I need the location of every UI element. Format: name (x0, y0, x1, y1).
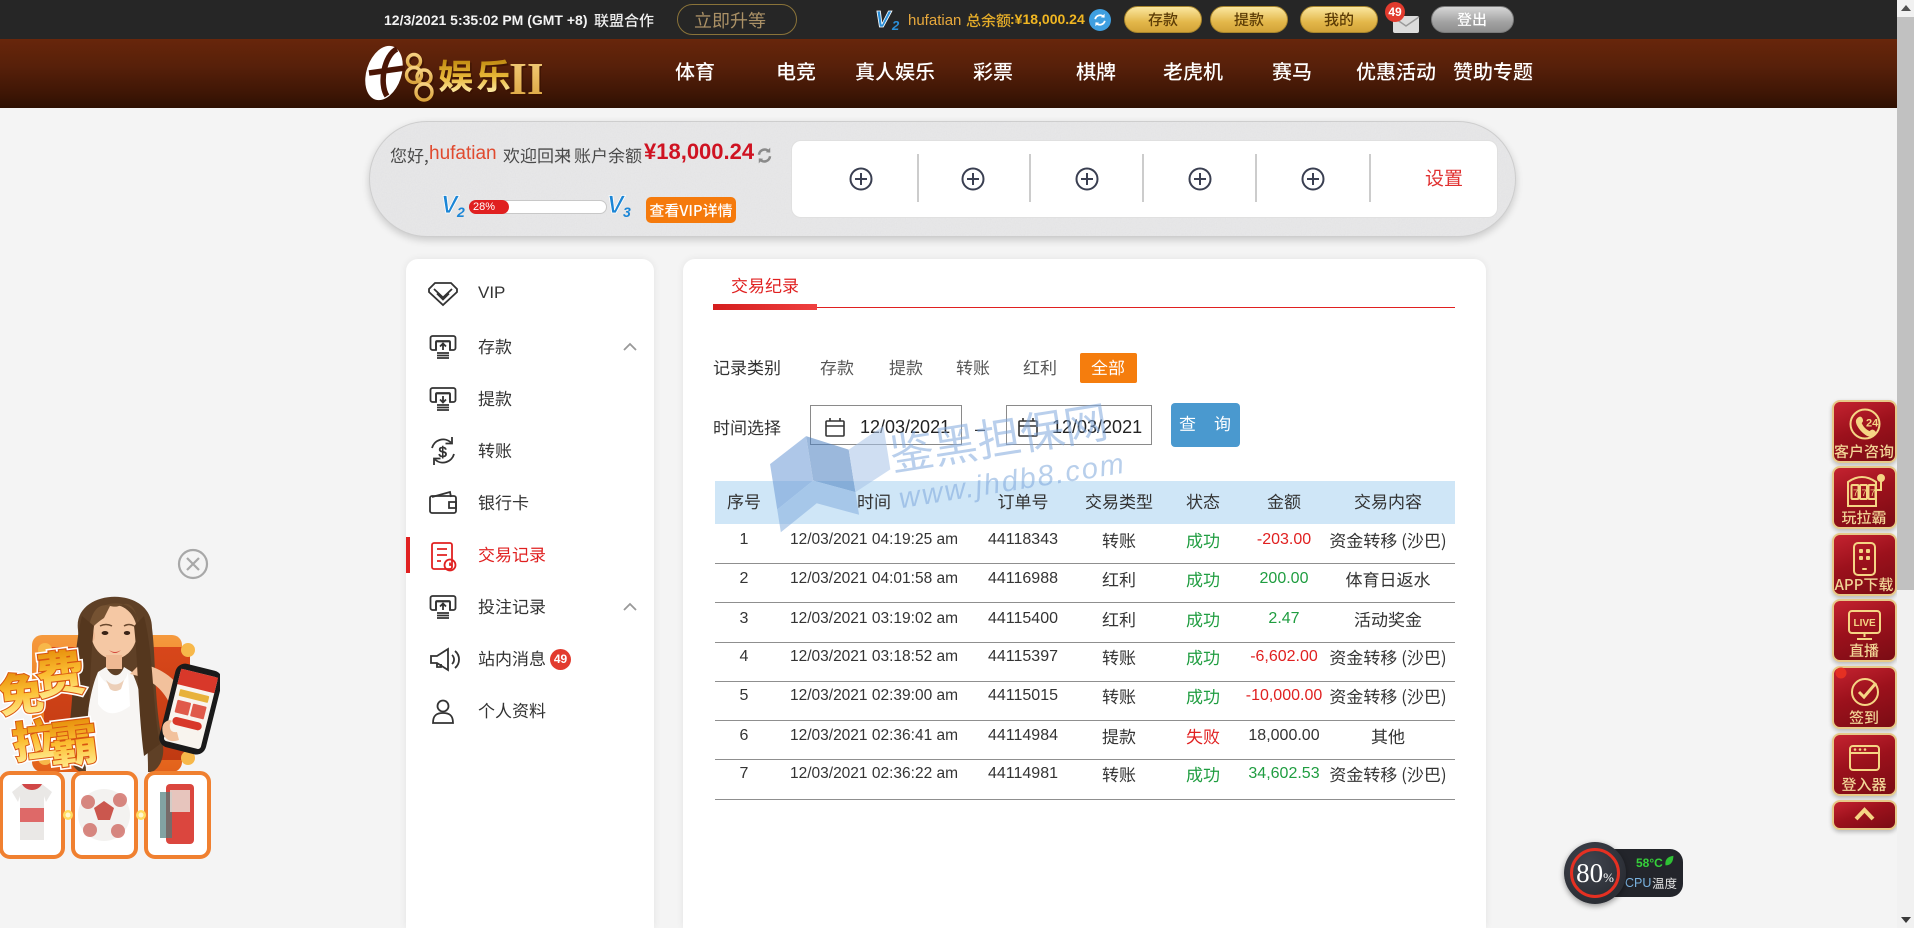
svg-text:7: 7 (1853, 488, 1858, 499)
svg-text:2: 2 (456, 204, 465, 219)
svg-text:V: V (875, 6, 892, 32)
svg-text:$: $ (439, 444, 448, 461)
svg-text:7: 7 (1862, 488, 1867, 499)
svg-text:2: 2 (891, 18, 900, 32)
svg-text:II: II (509, 53, 542, 104)
svg-text:LIVE: LIVE (1854, 618, 1877, 629)
svg-text:24: 24 (1866, 418, 1879, 430)
svg-text:3: 3 (623, 204, 631, 219)
svg-text:7: 7 (1870, 488, 1875, 499)
